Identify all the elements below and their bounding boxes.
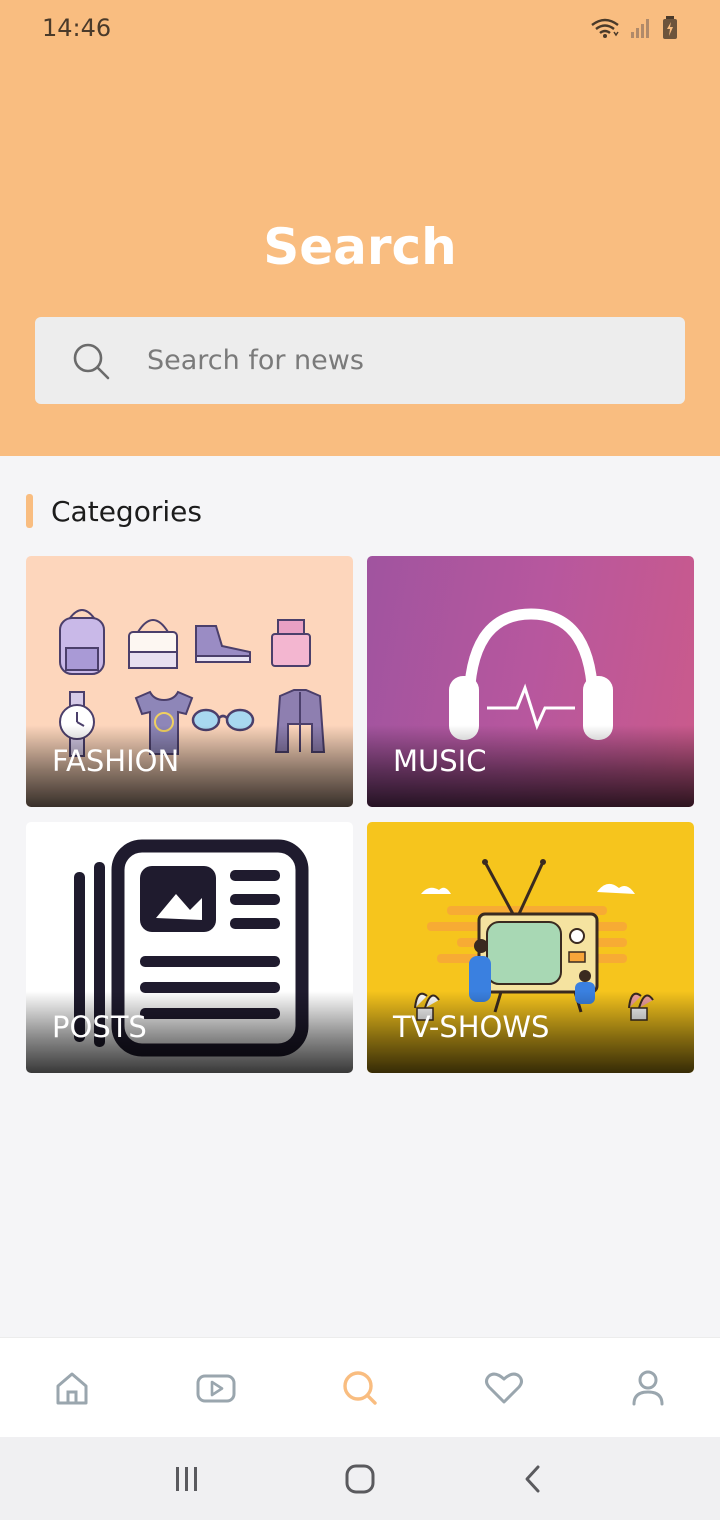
home-button[interactable] [330,1449,390,1509]
category-card-music[interactable]: MUSIC [367,556,694,807]
section-title: Categories [51,494,202,528]
nav-search[interactable] [330,1358,390,1418]
categories-header: Categories [26,493,202,529]
status-icons [590,16,678,40]
back-icon [525,1465,540,1492]
search-icon [343,1370,377,1405]
search-screen: 14:46 Search Search for news Categories … [0,0,720,1520]
nav-favorites[interactable] [474,1358,534,1418]
category-card-tv-shows[interactable]: TV-SHOWS [367,822,694,1073]
signal-icon [631,19,649,38]
recent-apps-button[interactable] [157,1449,217,1509]
system-navigation-bar [0,1437,720,1520]
recent-apps-icon [175,1466,197,1491]
card-label: POSTS [52,1010,147,1044]
wifi-icon [591,18,619,38]
card-label: FASHION [52,744,180,778]
bottom-navigation [0,1337,720,1437]
page-title: Search [263,218,457,276]
nav-videos[interactable] [186,1358,246,1418]
category-card-fashion[interactable]: FASHION [26,556,353,807]
search-bar[interactable] [35,317,685,404]
nav-home[interactable] [42,1358,102,1418]
back-button[interactable] [503,1449,563,1509]
search-icon [73,343,110,379]
category-card-posts[interactable]: POSTS [26,822,353,1073]
user-icon [632,1370,664,1405]
heart-icon [485,1372,523,1403]
status-bar: 14:46 [0,0,720,56]
nav-profile[interactable] [618,1358,678,1418]
battery-charging-icon [663,16,677,39]
card-label: TV-SHOWS [393,1010,550,1044]
video-play-icon [196,1374,236,1402]
header: 14:46 Search Search for news [0,0,720,456]
card-label: MUSIC [393,744,487,778]
accent-bar [26,494,33,528]
home-icon [56,1372,88,1404]
search-input[interactable] [147,345,627,376]
status-time: 14:46 [42,14,112,42]
home-circle-icon [345,1464,375,1493]
